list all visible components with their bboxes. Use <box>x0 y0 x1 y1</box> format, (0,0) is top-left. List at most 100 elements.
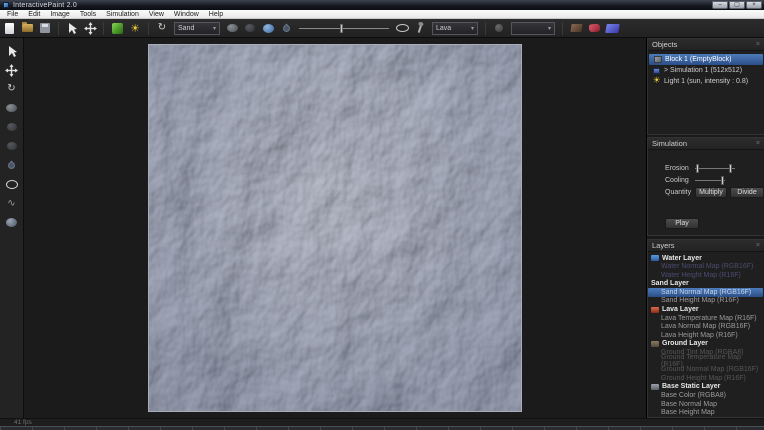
cooling-label: Cooling <box>665 177 695 184</box>
close-icon[interactable]: × <box>756 41 760 48</box>
erosion-slider-handle-min[interactable] <box>696 164 699 173</box>
layer-item[interactable]: Lava Temperature Map (R16F) <box>648 314 764 323</box>
close-button[interactable]: × <box>746 1 762 9</box>
ground-box-icon <box>570 24 582 32</box>
orbit-tool-button[interactable] <box>394 21 410 36</box>
menu-simulation[interactable]: Simulation <box>101 10 144 19</box>
menu-bar: File Edit Image Tools Simulation View Wi… <box>0 10 764 19</box>
menu-file[interactable]: File <box>2 10 23 19</box>
layer-group-water[interactable]: Water Layer <box>648 254 764 263</box>
layers-panel-title: Layers <box>652 241 675 250</box>
brush-sphere-2-button[interactable] <box>242 21 258 36</box>
erosion-slider-handle-max[interactable] <box>729 164 732 173</box>
sphere-brush-tool[interactable] <box>4 101 20 115</box>
menu-view[interactable]: View <box>144 10 169 19</box>
move-tool-button[interactable] <box>82 21 98 36</box>
block-tool-button[interactable] <box>109 21 125 36</box>
multiply-button[interactable]: Multiply <box>695 187 727 198</box>
left-tool-strip: ↻ ∿ <box>0 38 24 418</box>
layer-item-selected[interactable]: Sand Normal Map (RGB16F) <box>648 288 763 297</box>
curve-tool[interactable]: ∿ <box>4 196 20 210</box>
windows-taskbar-edge[interactable] <box>0 426 764 430</box>
menu-edit[interactable]: Edit <box>23 10 45 19</box>
lava-dropdown-value: Lava <box>436 25 467 32</box>
dark-sphere-tool-1[interactable] <box>4 120 20 134</box>
layer-item[interactable]: Lava Height Map (R16F) <box>648 331 764 340</box>
minimize-button[interactable]: – <box>712 1 728 9</box>
divide-button[interactable]: Divide <box>730 187 764 198</box>
layer-group-sand[interactable]: Sand Layer <box>648 280 764 289</box>
layer-item[interactable]: Ground Normal Map (RGB16F) <box>648 365 764 374</box>
rotate-tool[interactable]: ↻ <box>4 82 20 96</box>
layers-panel: Layers × Water Layer Water Normal Map (R… <box>647 239 764 418</box>
sphere-steel-icon <box>6 218 17 227</box>
layer-item[interactable]: Ground Temperature Map (R16F) <box>648 357 764 366</box>
menu-image[interactable]: Image <box>45 10 74 19</box>
layer-group-ground[interactable]: Ground Layer <box>648 340 764 349</box>
steel-sphere-tool[interactable] <box>4 215 20 229</box>
lava-material-dropdown[interactable]: Lava ▾ <box>432 22 478 35</box>
brush-size-slider[interactable] <box>299 22 389 35</box>
ring-tool[interactable] <box>4 177 20 191</box>
layer-item[interactable]: Water Normal Map (RGB16F) <box>648 262 764 271</box>
save-button[interactable] <box>37 21 53 36</box>
brush-sphere-3-button[interactable] <box>260 21 276 36</box>
dark-sphere-tool-2[interactable] <box>4 139 20 153</box>
toolbar-separator <box>148 22 149 35</box>
pin-tool-button[interactable] <box>412 21 428 36</box>
water-layer-icon <box>651 255 659 261</box>
title-bar: InteractivePaint 2.0 – ▢ × <box>0 0 764 10</box>
light-tool-button[interactable]: ☀ <box>127 21 143 36</box>
move-tool[interactable] <box>4 63 20 77</box>
layer-item[interactable]: Lava Normal Map (RGB16F) <box>648 322 764 331</box>
cooling-slider[interactable] <box>695 175 725 186</box>
object-item-simulation[interactable]: > Simulation 1 (512x512) <box>648 65 764 76</box>
eyedropper-mode-button[interactable] <box>491 21 507 36</box>
layer-group-base-static[interactable]: Base Static Layer <box>648 383 764 392</box>
layer-item[interactable]: Base Height Map <box>648 408 764 417</box>
select-tool-button[interactable] <box>64 21 80 36</box>
new-file-button[interactable] <box>1 21 17 36</box>
brush-sphere-1-button[interactable] <box>224 21 240 36</box>
right-panel: Objects × Block 1 (EmptyBlock) > Simulat… <box>646 38 764 418</box>
viewport[interactable] <box>24 38 646 418</box>
menu-window[interactable]: Window <box>169 10 204 19</box>
slider-handle[interactable] <box>340 24 343 33</box>
block-icon <box>653 56 662 64</box>
layer-item[interactable]: Ground Height Map (R16F) <box>648 374 764 383</box>
layer-item[interactable]: Base Color (RGBA8) <box>648 391 764 400</box>
object-item-block[interactable]: Block 1 (EmptyBlock) <box>649 54 763 65</box>
terrain-normal-map-image[interactable] <box>148 44 522 412</box>
close-icon[interactable]: × <box>756 140 760 147</box>
maximize-button[interactable]: ▢ <box>729 1 745 9</box>
water-drop-button[interactable] <box>278 21 294 36</box>
layer-item[interactable]: Sand Height Map (R16F) <box>648 297 764 306</box>
ground-block-button[interactable] <box>568 21 584 36</box>
simulation-panel: Simulation × Erosion Cooling <box>647 137 764 235</box>
rotate-tool-button[interactable]: ↻ <box>154 21 170 36</box>
menu-tools[interactable]: Tools <box>75 10 101 19</box>
pointer-icon <box>6 45 18 58</box>
select-tool[interactable] <box>4 44 20 58</box>
menu-help[interactable]: Help <box>204 10 228 19</box>
layer-group-lava[interactable]: Lava Layer <box>648 305 764 314</box>
cooling-slider-handle[interactable] <box>721 176 724 185</box>
base-layer-icon <box>651 384 659 390</box>
move-icon <box>5 64 18 77</box>
circle-icon <box>495 24 503 32</box>
open-file-button[interactable] <box>19 21 35 36</box>
play-button[interactable]: Play <box>665 218 699 229</box>
sand-material-dropdown[interactable]: Sand ▾ <box>174 22 220 35</box>
layer-item[interactable]: Base Normal Map <box>648 400 764 409</box>
toolbar-separator <box>562 22 563 35</box>
erosion-slider[interactable] <box>695 163 735 174</box>
lava-wave-icon <box>588 23 599 32</box>
close-icon[interactable]: × <box>756 242 760 249</box>
object-item-light[interactable]: ☀ Light 1 (sun, intensity : 0.8) <box>648 76 764 87</box>
lava-flow-button[interactable] <box>586 21 602 36</box>
layer-item[interactable]: Water Height Map (R16F) <box>648 271 764 280</box>
empty-dropdown[interactable]: ▾ <box>511 22 555 35</box>
droplet-tool[interactable] <box>4 158 20 172</box>
chevron-down-icon: ▾ <box>213 25 216 32</box>
water-block-button[interactable] <box>604 21 620 36</box>
